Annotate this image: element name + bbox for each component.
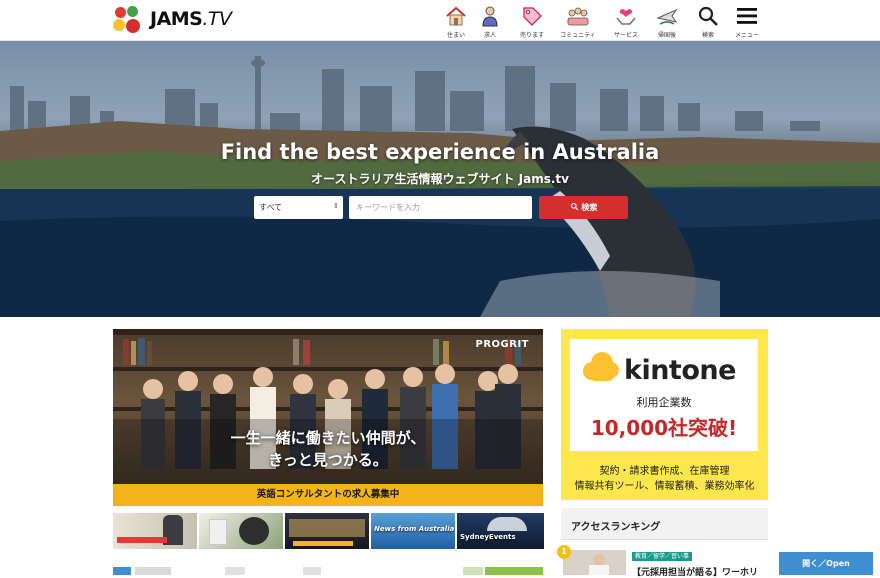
row-cell xyxy=(303,567,321,575)
logo-wordmark: JAMS.TV xyxy=(150,8,232,30)
heart-hands-icon xyxy=(616,9,636,25)
thumbnail-sydney-events[interactable]: SydneyEvents xyxy=(457,513,544,549)
house-icon xyxy=(446,6,466,26)
hamburger-menu-icon xyxy=(737,8,757,24)
ranking-thumbnail xyxy=(563,550,626,575)
thumbnail-label-bar xyxy=(117,537,167,543)
site-logo[interactable]: JAMS.TV xyxy=(112,4,232,38)
ad-card: kintone 利用企業数 10,000社突破! xyxy=(570,339,758,451)
thumbnail-dark-shape xyxy=(239,517,269,545)
nav-item-services[interactable]: サービス xyxy=(604,2,648,40)
nav-label: コミュニティ xyxy=(560,32,596,39)
nav-item-for-sale[interactable]: 売ります xyxy=(510,2,554,40)
thumbnail-2[interactable] xyxy=(199,513,283,549)
category-select-value: すべて xyxy=(259,203,283,212)
nav-item-community[interactable]: コミュニティ xyxy=(556,2,600,40)
content-row-partial xyxy=(113,567,544,575)
nav-item-menu[interactable]: メニュー xyxy=(725,2,769,40)
thumbnail-1[interactable] xyxy=(113,513,197,549)
row-cell xyxy=(113,567,131,575)
opera-house-shape xyxy=(487,517,527,531)
row-cell xyxy=(485,567,543,575)
thumbnail-caption: SydneyEvents xyxy=(460,533,516,541)
nav-label: 検索 xyxy=(701,32,714,39)
nav-item-jobs[interactable]: 求人 xyxy=(468,2,512,40)
thumbnail-flowers xyxy=(209,519,227,545)
select-arrows-icon: ⇕ xyxy=(333,202,339,210)
nav-item-search[interactable]: 検索 xyxy=(686,2,730,40)
ad-brand: kintone xyxy=(624,355,736,386)
thumbnail-news-from-australia[interactable]: News from Australia xyxy=(371,513,455,549)
nav-label: 帰国後 xyxy=(657,32,676,39)
thumbnail-label-bar xyxy=(293,541,353,546)
cloud-logo-icon xyxy=(583,352,619,381)
site-header: JAMS.TV 住まい 求人 売ります コミュニティ サービス 帰国後 検索 メ… xyxy=(0,0,880,41)
banner-cta-strip: 英語コンサルタントの求人募集中 xyxy=(113,484,543,506)
hero-title: Find the best experience in Australia xyxy=(220,140,660,164)
rank-badge: 1 xyxy=(557,545,571,559)
row-cell xyxy=(225,567,245,575)
kintone-ad[interactable]: kintone 利用企業数 10,000社突破! 契約・請求書作成、在庫管理 情… xyxy=(561,329,768,500)
plane-return-icon xyxy=(656,8,678,25)
nav-item-after-return[interactable]: 帰国後 xyxy=(645,2,689,40)
row-cell xyxy=(463,567,483,575)
category-select[interactable]: すべて ⇕ xyxy=(254,196,343,219)
search-icon xyxy=(698,6,718,26)
thumbnail-caption: News from Australia xyxy=(374,525,455,533)
ad-count: 10,000社突破! xyxy=(590,416,738,440)
worker-icon xyxy=(482,6,498,27)
thumbnail-group-photo xyxy=(289,519,365,537)
nav-label: 売ります xyxy=(519,32,544,39)
row-cell xyxy=(135,567,171,575)
nav-label: メニュー xyxy=(734,32,759,39)
ranking-headline: 【元採用担当が語る】ワーホリ xyxy=(632,568,759,578)
search-button-label: 検索 xyxy=(581,203,598,212)
keyword-input[interactable] xyxy=(349,196,532,219)
ad-feature-line: 情報共有ツール、情報蓄積、業務効率化 xyxy=(574,481,755,492)
thumbnail-3[interactable] xyxy=(285,513,369,549)
banner-thumbnail-strip: News from Australia SydneyEvents xyxy=(113,513,544,549)
community-icon xyxy=(567,7,589,26)
hero-section: Find the best experience in Australia オー… xyxy=(0,41,880,317)
banner-headline: 一生一緒に働きたい仲間が、 きっと見つかる。 xyxy=(113,427,543,471)
ad-feature-line: 契約・請求書作成、在庫管理 xyxy=(599,466,730,477)
banner-headline-line: 一生一緒に働きたい仲間が、 xyxy=(230,429,426,447)
search-button[interactable]: 検索 xyxy=(539,196,628,219)
ranking-item[interactable]: 1 教育／留学／習い事 【元採用担当が語る】ワーホリ xyxy=(555,543,775,578)
open-button[interactable]: 開く／Open xyxy=(779,552,873,575)
banner-headline-line: きっと見つかる。 xyxy=(268,451,388,469)
nav-label: 求人 xyxy=(483,32,496,39)
search-icon xyxy=(570,202,578,211)
progrit-logo: PROGRIT xyxy=(475,339,529,350)
nav-label: サービス xyxy=(613,32,638,39)
logo-dots-icon xyxy=(112,4,148,38)
category-tag[interactable]: 教育／留学／習い事 xyxy=(632,552,693,561)
recruit-banner[interactable]: PROGRIT 一生一緒に働きたい仲間が、 きっと見つかる。 英語コンサルタント… xyxy=(113,329,543,506)
ranking-title: アクセスランキング xyxy=(571,522,661,533)
hero-subtitle: オーストラリア生活情報ウェブサイト Jams.tv xyxy=(311,172,569,186)
ad-count-label: 利用企業数 xyxy=(636,396,692,409)
banner-photo xyxy=(113,329,543,506)
price-tag-icon xyxy=(523,7,542,26)
access-ranking-header: アクセスランキング xyxy=(561,508,768,540)
